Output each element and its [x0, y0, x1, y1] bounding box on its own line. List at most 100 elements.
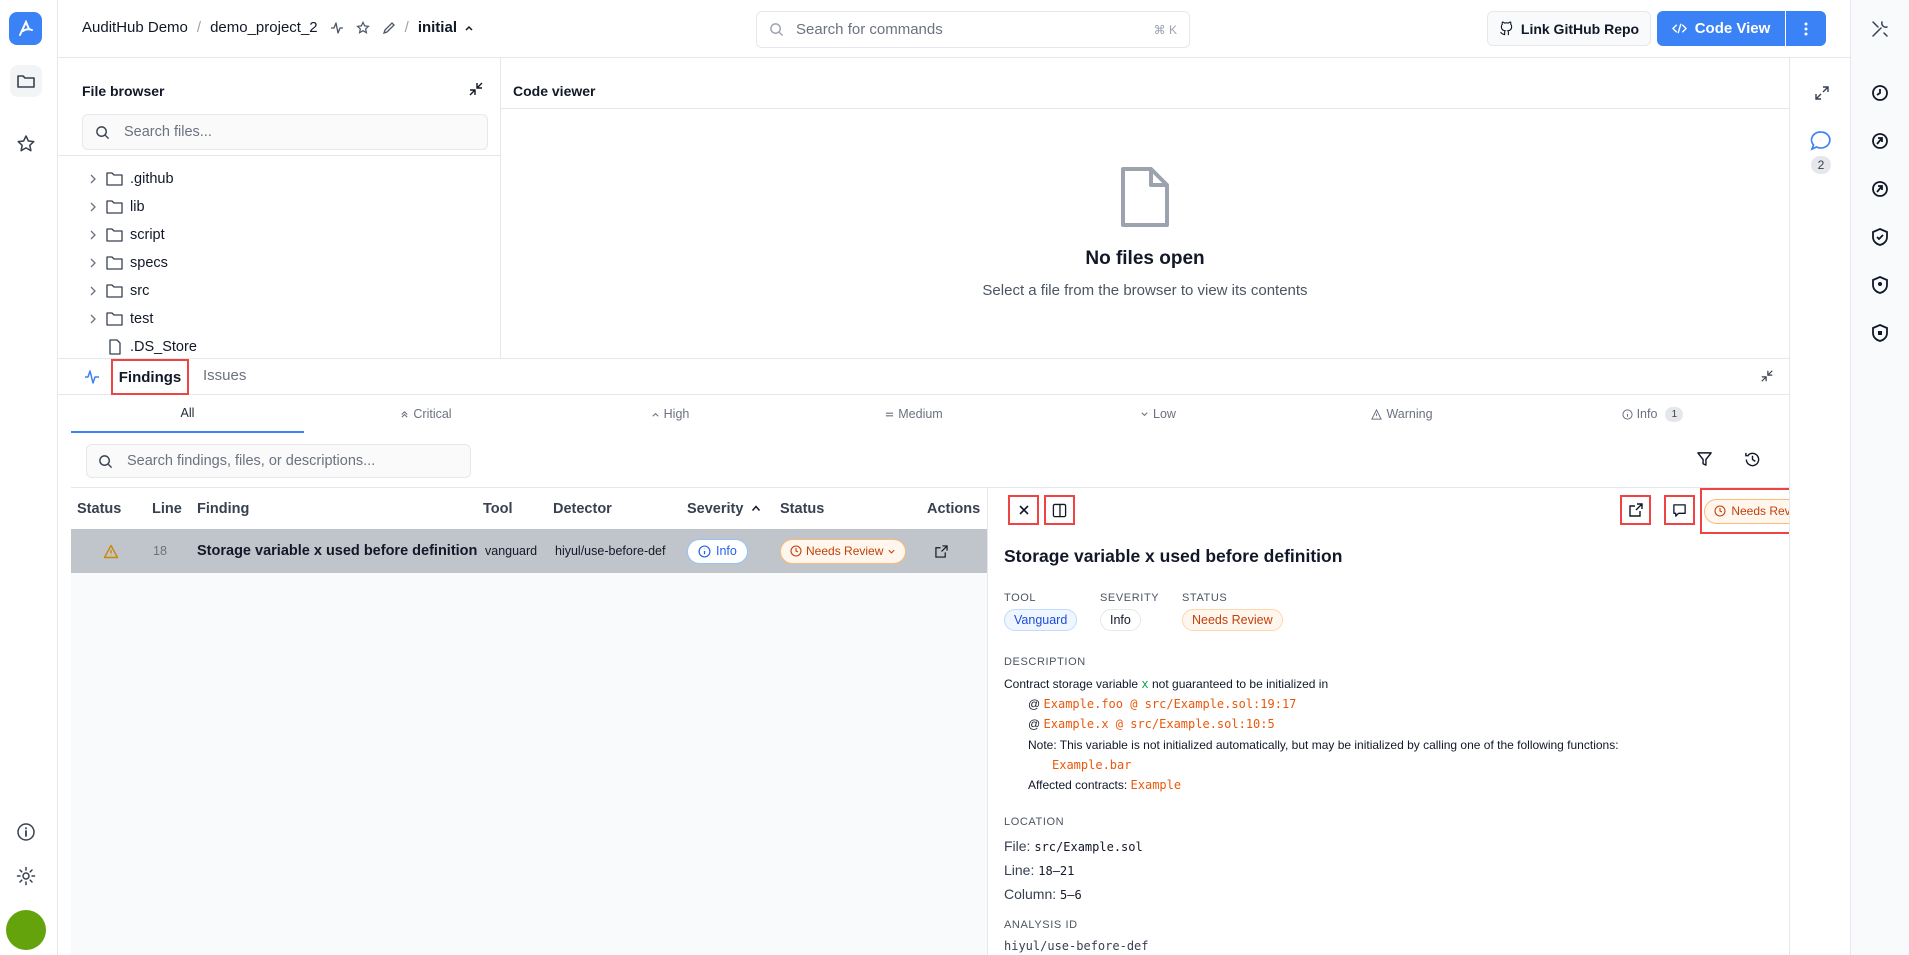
file-browser-panel: File browser Search files... .github lib [58, 58, 501, 358]
collapse-icon[interactable] [468, 81, 484, 102]
breadcrumb: AuditHub Demo / demo_project_2 / initial [82, 19, 475, 36]
tree-folder-test[interactable]: test [58, 305, 500, 333]
desc-text: Affected contracts: [1028, 778, 1128, 793]
tab-critical[interactable]: Critical [304, 395, 548, 433]
logo-icon [18, 19, 33, 36]
chevron-right-icon [90, 258, 96, 268]
folder-icon [106, 312, 123, 326]
favorites-nav-button[interactable] [10, 128, 42, 160]
desc-at: @ [1028, 697, 1041, 712]
pencil-icon[interactable] [382, 21, 396, 35]
desc-variable: x [1141, 677, 1149, 691]
column-header-detector[interactable]: Detector [553, 501, 612, 517]
tree-folder-github[interactable]: .github [58, 165, 500, 193]
settings-button[interactable] [10, 860, 42, 892]
column-header-finding[interactable]: Finding [197, 501, 249, 517]
tree-folder-src[interactable]: src [58, 277, 500, 305]
app-logo[interactable] [9, 12, 42, 45]
close-button[interactable] [1008, 495, 1039, 525]
status-dropdown-button[interactable]: Needs Review [1700, 488, 1789, 534]
search-icon [99, 454, 113, 468]
finding-title: Storage variable x used before definitio… [1004, 546, 1343, 566]
star-icon [17, 135, 35, 152]
chevron-down-icon [1141, 411, 1148, 416]
shield-lock-icon[interactable] [1870, 323, 1890, 343]
desc-contract: Example [1130, 778, 1182, 793]
column-header-review-status[interactable]: Status [780, 501, 824, 517]
row-line: 18 [153, 544, 167, 558]
breadcrumb-project[interactable]: demo_project_2 [210, 19, 318, 36]
history-icon[interactable] [1744, 451, 1761, 468]
tab-high[interactable]: High [548, 395, 792, 433]
folder-icon [17, 75, 35, 88]
severity-tabs: All Critical High Medium Low Warning Inf… [71, 395, 1781, 433]
collapse-icon[interactable] [1760, 369, 1774, 383]
table-row[interactable]: 18 Storage variable x used before defini… [71, 529, 988, 573]
chevron-right-icon [90, 174, 96, 184]
left-rail [0, 0, 58, 955]
tab-all[interactable]: All [71, 395, 304, 433]
tree-file-ds-store[interactable]: .DS_Store [58, 333, 500, 358]
desc-function: Example.bar [1052, 757, 1132, 772]
sort-up-icon[interactable] [751, 504, 761, 513]
toggle-panel-button[interactable] [1044, 495, 1075, 525]
column-header-status[interactable]: Status [77, 501, 121, 517]
code-viewer-panel: Code viewer No files open Select a file … [501, 58, 1789, 358]
detector-tool-icon[interactable] [1870, 131, 1890, 151]
code-view-label: Code View [1694, 20, 1771, 37]
desc-line: Affected contracts: Example [1004, 775, 1764, 795]
tab-medium[interactable]: Medium [792, 395, 1036, 433]
status-dropdown[interactable]: Needs Review [780, 538, 907, 564]
panel-icon [1052, 503, 1067, 517]
history-tool-icon[interactable] [1870, 83, 1890, 103]
user-avatar[interactable] [6, 910, 46, 950]
tree-folder-lib[interactable]: lib [58, 193, 500, 221]
tab-low[interactable]: Low [1036, 395, 1280, 433]
info-button[interactable] [10, 816, 42, 848]
filter-icon[interactable] [1696, 451, 1713, 468]
tab-issues[interactable]: Issues [203, 367, 246, 384]
comment-button[interactable] [1664, 495, 1695, 525]
folder-icon [106, 256, 123, 270]
star-icon[interactable] [355, 20, 370, 35]
analyzer-tool-icon[interactable] [1870, 179, 1890, 199]
breadcrumb-org[interactable]: AuditHub Demo [82, 19, 188, 36]
findings-search-input[interactable]: Search findings, files, or descriptions.… [86, 444, 471, 478]
open-external-icon[interactable] [935, 529, 948, 573]
external-link-icon [1628, 503, 1643, 517]
files-nav-button[interactable] [10, 65, 42, 97]
tab-warning[interactable]: Warning [1280, 395, 1524, 433]
column-header-line[interactable]: Line [152, 501, 182, 517]
tree-folder-script[interactable]: script [58, 221, 500, 249]
code-view-button[interactable]: Code View [1657, 11, 1785, 46]
shield-icon[interactable] [1870, 227, 1890, 247]
tools-icon[interactable] [1870, 19, 1890, 39]
empty-state-title: No files open [1085, 248, 1205, 269]
row-status[interactable]: Needs Review [780, 529, 907, 573]
comment-icon[interactable] [1810, 130, 1832, 152]
findings-tab-bar: Findings Issues [58, 359, 1789, 395]
breadcrumb-version[interactable]: initial [418, 19, 457, 36]
expand-icon[interactable] [1814, 85, 1830, 101]
info-icon [1621, 408, 1633, 420]
shortcut-hint: ⌘ K [1153, 22, 1177, 37]
column-header-tool[interactable]: Tool [483, 501, 513, 517]
desc-line: @ Example.foo @ src/Example.sol:19:17 [1004, 694, 1764, 714]
tab-findings[interactable]: Findings [111, 359, 189, 395]
open-external-button[interactable] [1620, 495, 1651, 525]
more-options-button[interactable] [1786, 11, 1826, 46]
command-search-input[interactable]: Search for commands ⌘ K [756, 11, 1190, 48]
top-header: AuditHub Demo / demo_project_2 / initial… [58, 0, 1850, 58]
shield-scan-icon[interactable] [1870, 275, 1890, 295]
tab-label: Info [1636, 407, 1658, 421]
tree-folder-specs[interactable]: specs [58, 249, 500, 277]
file-search-input[interactable]: Search files... [82, 114, 488, 150]
desc-text: Contract storage variable [1004, 677, 1139, 691]
tree-item-label: .github [130, 171, 174, 187]
activity-icon[interactable] [330, 21, 344, 35]
link-github-button[interactable]: Link GitHub Repo [1487, 11, 1651, 46]
column-header-severity[interactable]: Severity [687, 501, 743, 517]
chevron-up-icon[interactable] [463, 22, 475, 34]
findings-table: Status Line Finding Tool Detector Severi… [71, 487, 988, 955]
tab-info[interactable]: Info 1 [1524, 395, 1781, 433]
